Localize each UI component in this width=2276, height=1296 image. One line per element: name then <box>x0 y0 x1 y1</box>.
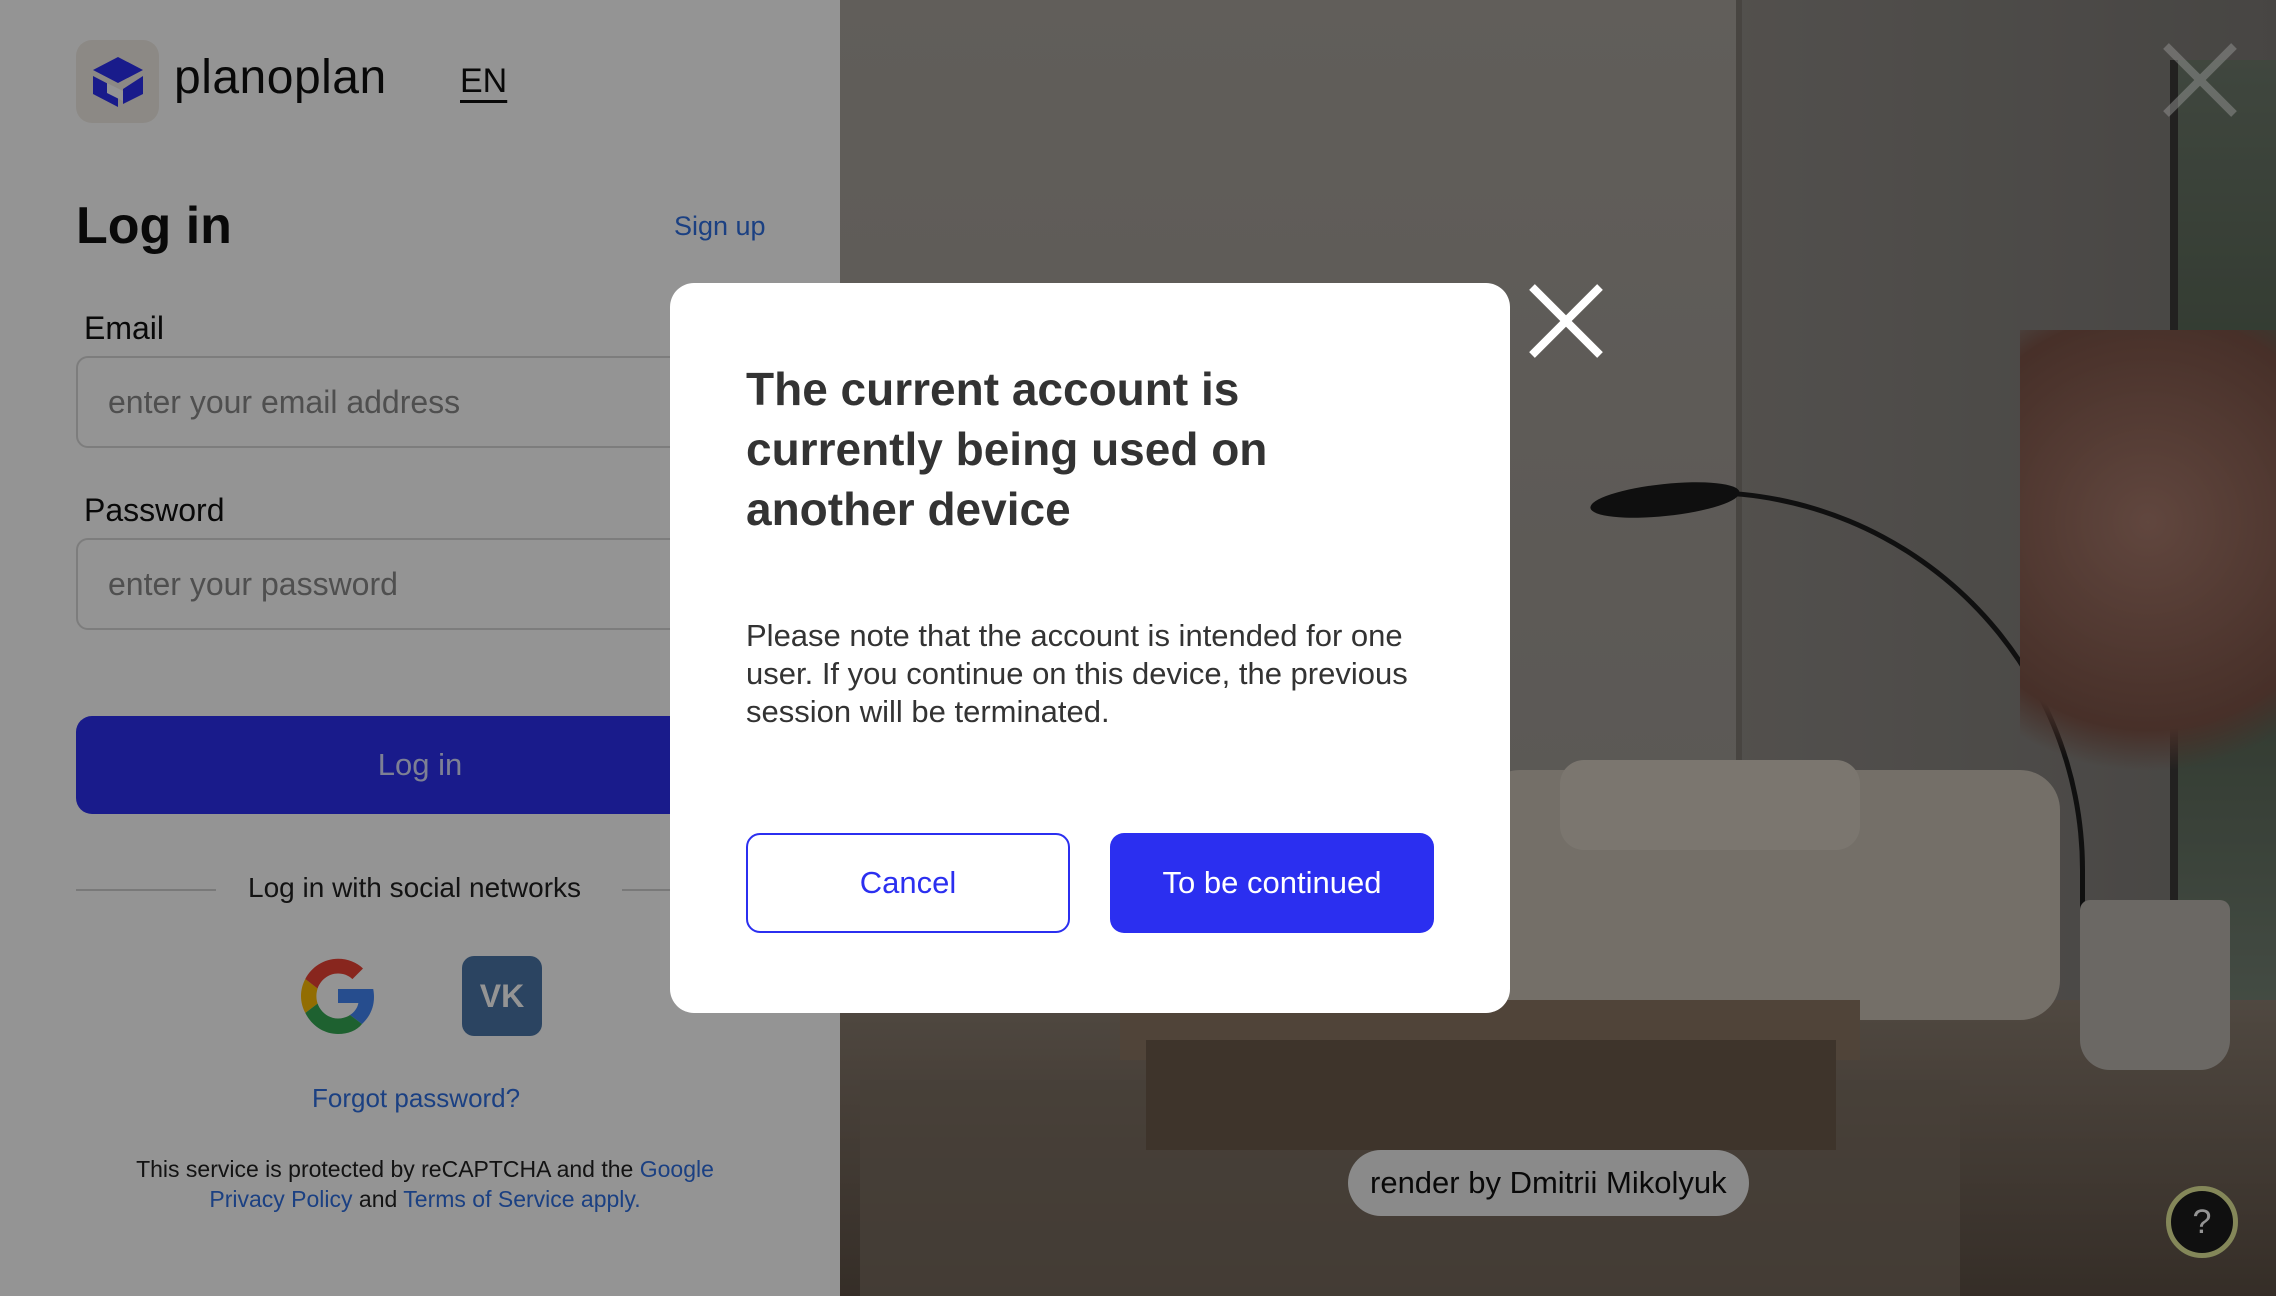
close-icon[interactable] <box>1526 281 1606 361</box>
cancel-button[interactable]: Cancel <box>746 833 1070 933</box>
continue-button[interactable]: To be continued <box>1110 833 1434 933</box>
dialog-title: The current account is currently being u… <box>746 363 1268 535</box>
dialog-message: Please note that the account is intended… <box>746 618 1408 729</box>
session-conflict-dialog: The current account is currently being u… <box>670 283 1510 1013</box>
